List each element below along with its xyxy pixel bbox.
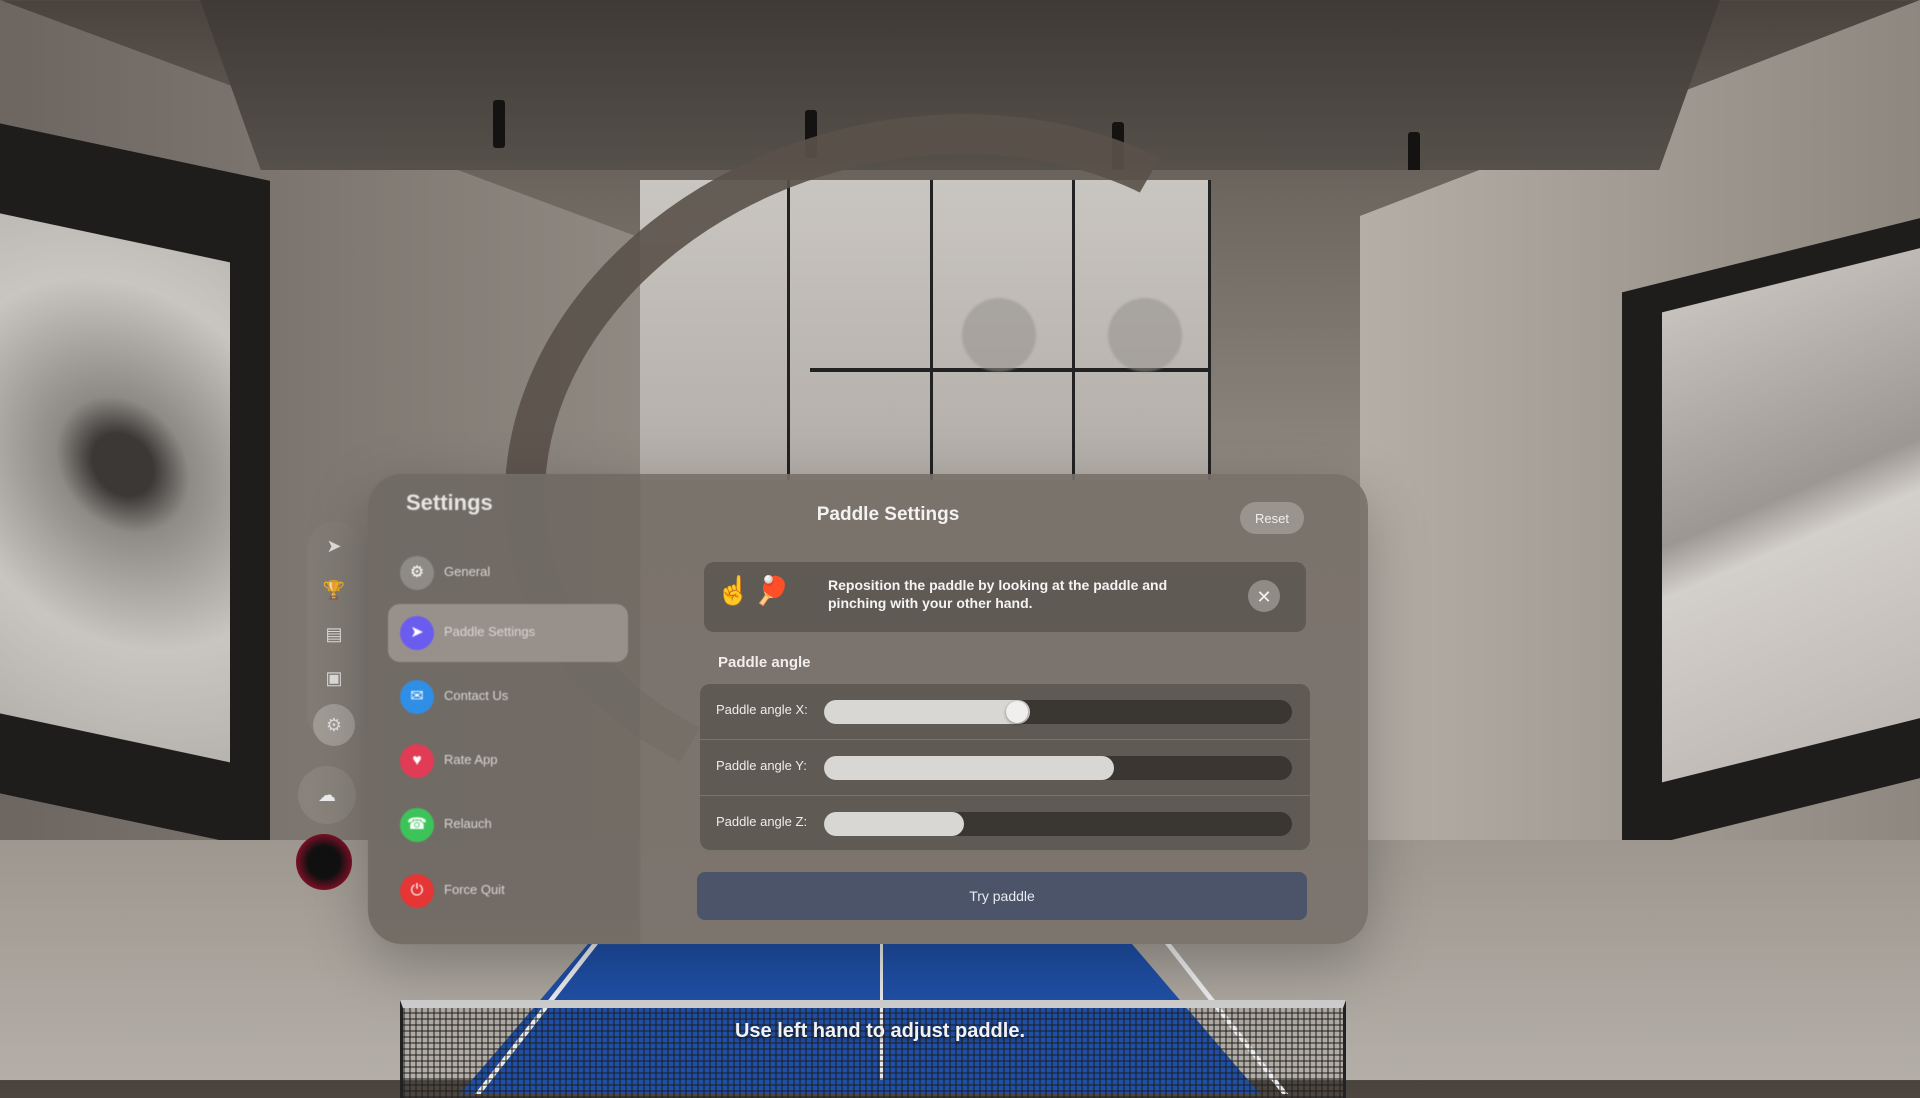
table-icon[interactable]: ▤ [307,624,361,645]
slider-knob[interactable] [1005,701,1028,723]
paddle-angle-card: Paddle angle X: Paddle angle Y: Paddle a… [700,684,1310,850]
section-title: Paddle angle [718,654,811,671]
trophy-icon[interactable]: 🏆 [307,580,361,601]
slider-row-y: Paddle angle Y: [700,740,1310,796]
slider-label: Paddle angle X: [716,702,808,717]
page-title: Paddle Settings [816,504,960,525]
paddle-angle-x-slider[interactable] [824,700,1292,724]
sidebar-item-label: Rate App [444,752,498,767]
slider-row-z: Paddle angle Z: [700,796,1310,850]
artwork-right [1622,207,1920,853]
bag-icon[interactable]: ▣ [307,668,361,689]
sidebar-item-label: Relauch [444,816,492,831]
gear-icon[interactable]: ⚙ [313,704,355,746]
gear-icon: ⚙ [400,556,434,590]
paddle-icon[interactable]: ➤ [307,536,361,557]
sidebar-item-label: General [444,564,491,579]
paddle-angle-y-slider[interactable] [824,756,1292,780]
power-icon: ⏻ [400,874,434,908]
mail-icon: ✉ [400,680,434,714]
sidebar-item-label: Paddle Settings [444,624,536,639]
reset-button[interactable]: Reset [1240,502,1304,534]
slider-row-x: Paddle angle X: [700,684,1310,740]
slider-label: Paddle angle Z: [716,814,808,829]
ceiling-light [1408,132,1420,170]
reposition-tip-banner: ☝🏓 Reposition the paddle by looking at t… [704,562,1306,632]
sidebar-item-relauch[interactable]: ☎ Relauch [388,796,628,854]
sidebar-title: Settings [406,490,493,515]
slider-fill [824,700,1030,724]
slider-fill [824,756,1115,780]
slider-label: Paddle angle Y: [716,758,807,773]
volume-icon [1108,298,1182,372]
sidebar-item-paddle-settings[interactable]: ➤ Paddle Settings [388,604,628,662]
phone-icon: ☎ [400,808,434,842]
banner-text: Reposition the paddle by looking at the … [828,577,1168,611]
table-net [400,1000,1346,1098]
artwork-left [0,119,270,851]
sidebar-item-label: Force Quit [444,882,505,897]
record-icon[interactable] [296,834,352,890]
slider-fill [824,812,965,836]
sidebar-item-label: Contact Us [444,688,509,703]
paddle-icon: ➤ [400,616,434,650]
try-paddle-button[interactable]: Try paddle [697,872,1307,920]
hint-text: Use left hand to adjust paddle. [734,1020,1026,1042]
sidebar-item-force-quit[interactable]: ⏻ Force Quit [388,862,628,920]
settings-window: Settings ⚙ General ➤ Paddle Settings ✉ C… [368,474,1368,944]
ceiling-light [493,100,505,148]
sidebar-item-rate-app[interactable]: ♥ Rate App [388,732,628,790]
ornament-rail: ➤ 🏆 ▤ ▣ ⚙ [307,522,361,746]
sidebar-item-general[interactable]: ⚙ General [388,544,628,602]
close-icon[interactable]: ✕ [1248,580,1280,612]
settings-sidebar: Settings ⚙ General ➤ Paddle Settings ✉ C… [368,474,640,944]
pinch-gesture-icon: ☝🏓 [716,575,794,606]
paddle-angle-z-slider[interactable] [824,812,1292,836]
sidebar-item-contact-us[interactable]: ✉ Contact Us [388,668,628,726]
heart-icon: ♥ [400,744,434,778]
text-size-icon [962,298,1036,372]
cloud-icon[interactable]: ☁ [298,766,356,824]
